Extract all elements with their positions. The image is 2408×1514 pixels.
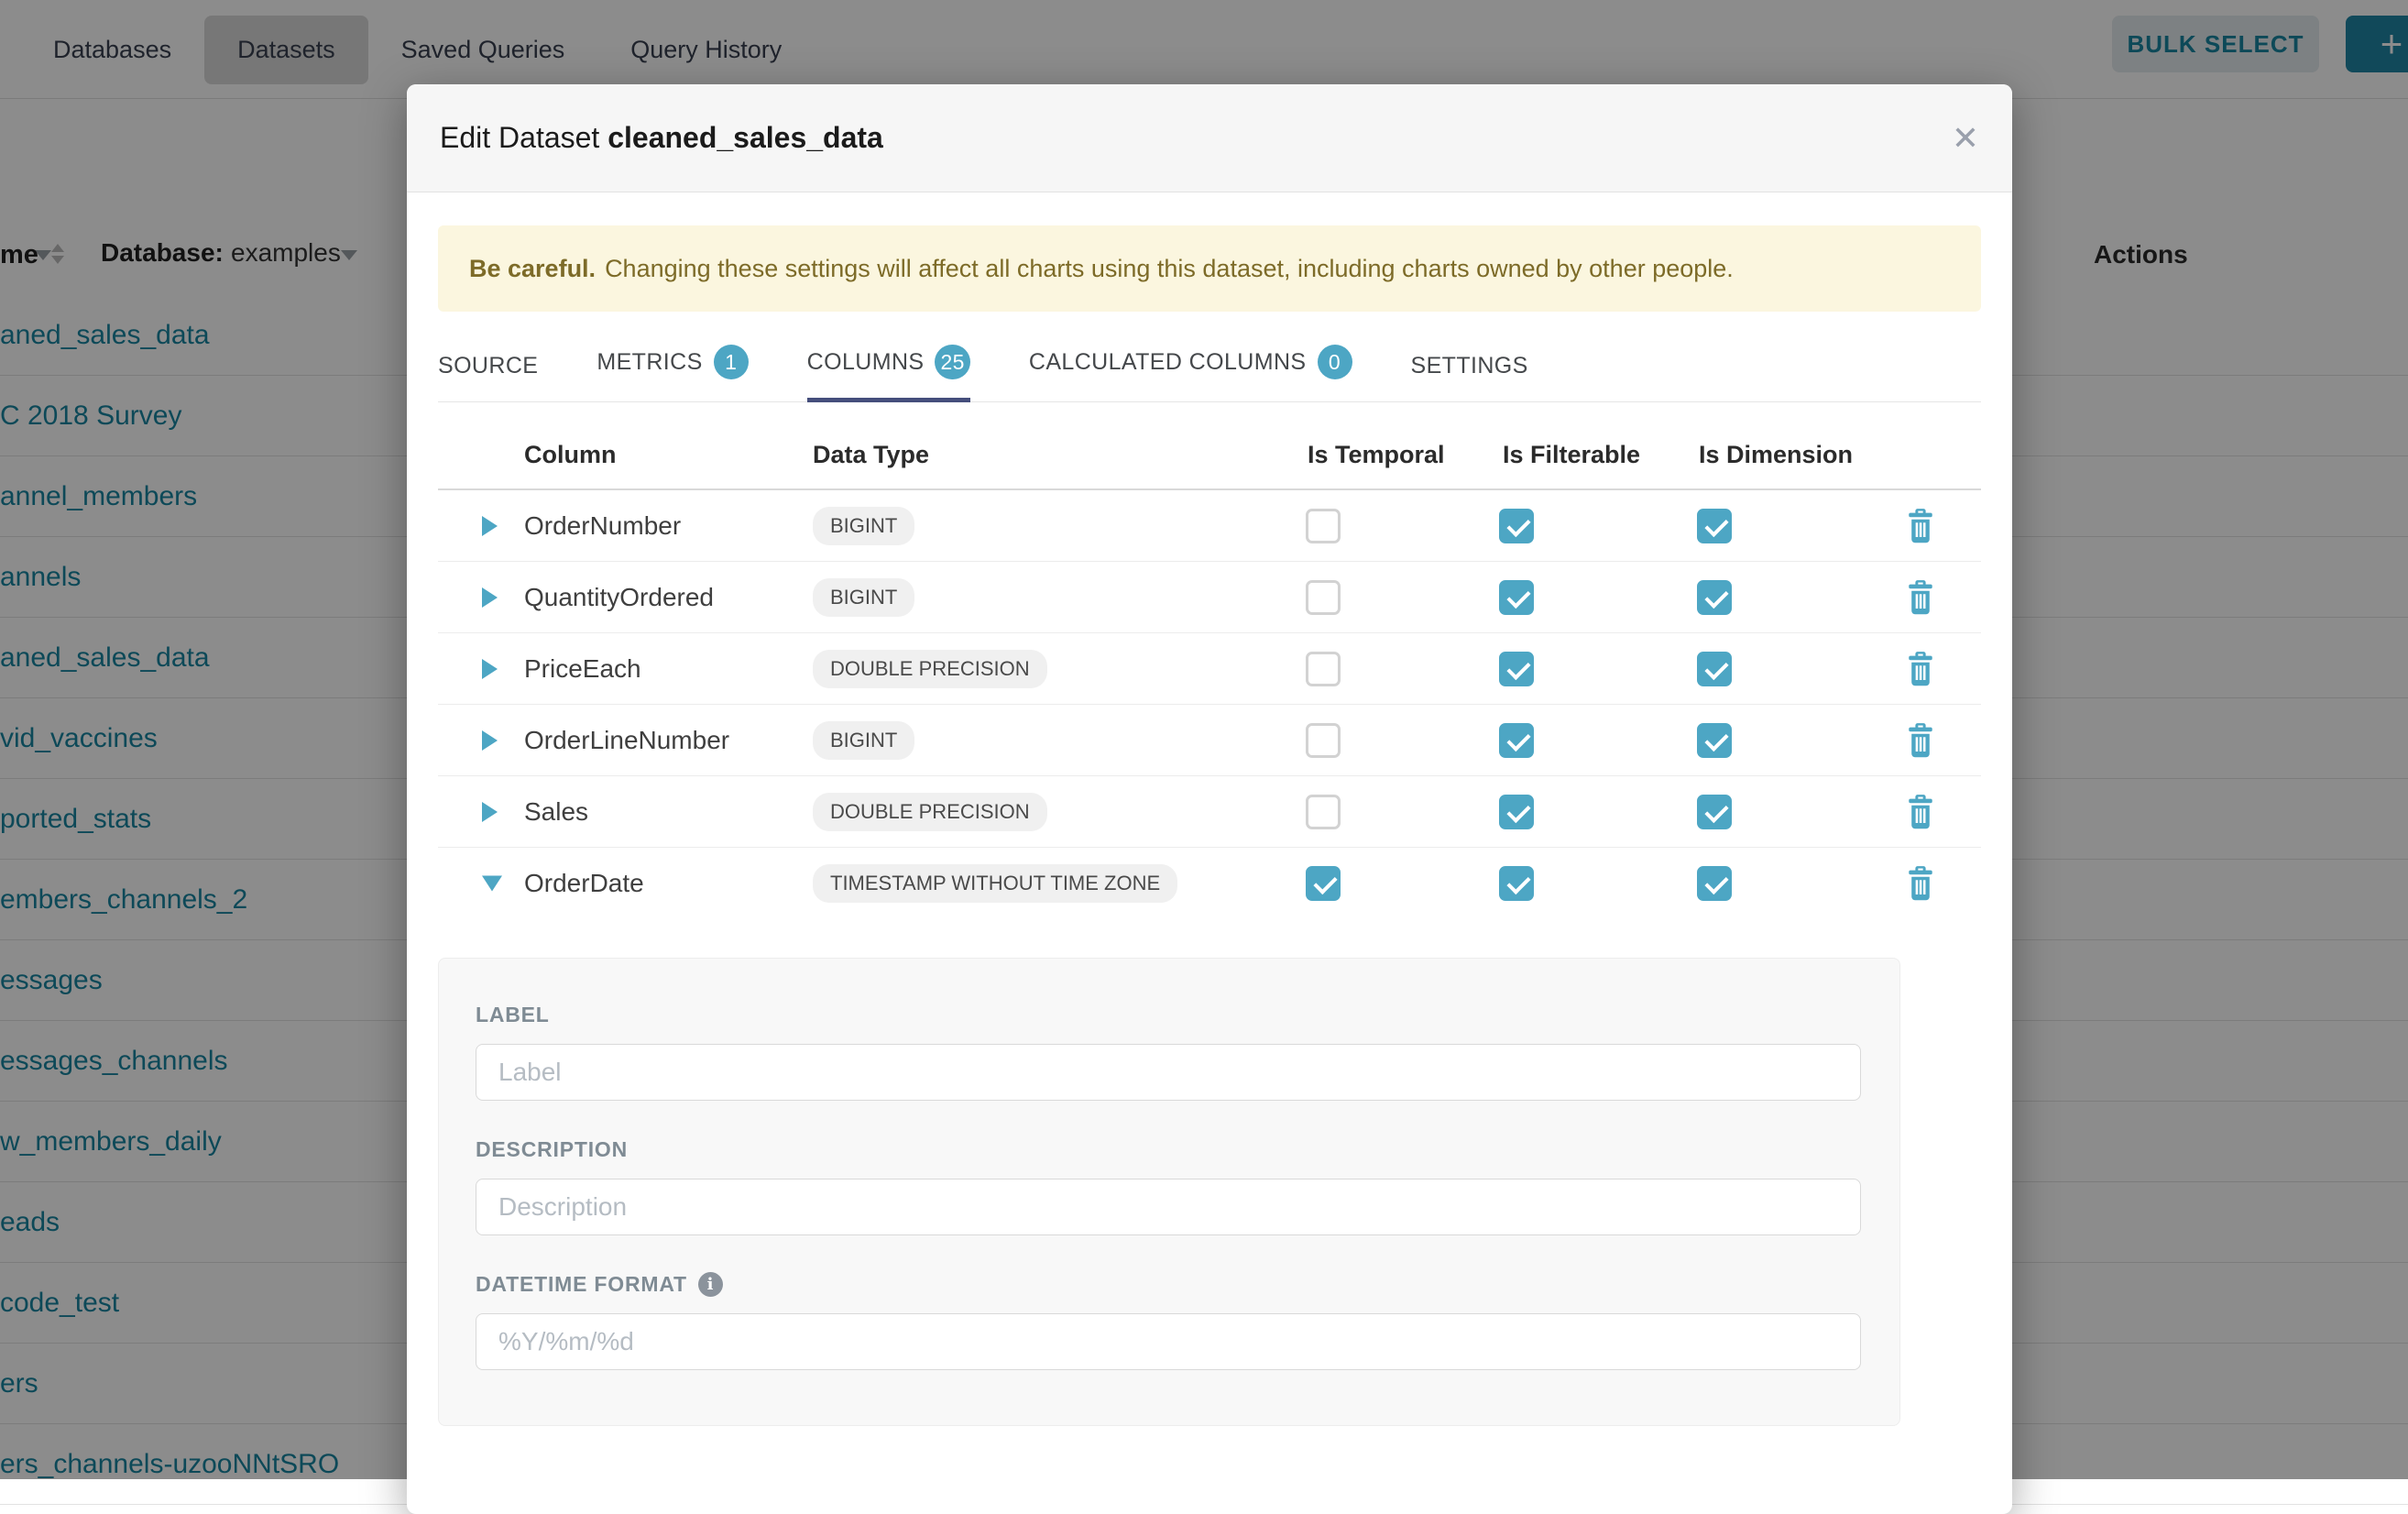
datetime-format-field-label: DATETIME FORMAT i — [476, 1272, 1863, 1297]
expand-caret-icon[interactable] — [482, 659, 498, 679]
columns-table-rows: OrderNumber BIGINT QuantityOrdered BIGINT Pr… — [438, 490, 1981, 919]
description-input[interactable] — [476, 1179, 1861, 1235]
column-row-orderdate: OrderDate TIMESTAMP WITHOUT TIME ZONE — [438, 848, 1981, 919]
modal-title-prefix: Edit Dataset — [440, 121, 599, 154]
is-filterable-checkbox[interactable] — [1499, 795, 1534, 829]
column-data-type: BIGINT — [813, 578, 914, 617]
column-name: QuantityOrdered — [524, 583, 714, 612]
trash-icon[interactable] — [1904, 579, 1937, 616]
data-type-pill: DOUBLE PRECISION — [813, 650, 1047, 688]
trash-icon[interactable] — [1904, 722, 1937, 759]
tab-metrics[interactable]: METRICS 1 — [597, 345, 748, 402]
is-dimension-checkbox[interactable] — [1697, 866, 1732, 901]
column-header-is-dimension: Is Dimension — [1699, 441, 1853, 469]
edit-dataset-modal: Edit Dataset cleaned_sales_data ✕ Be car… — [407, 84, 2012, 1514]
warning-banner: Be careful. Changing these settings will… — [438, 225, 1981, 312]
is-temporal-checkbox[interactable] — [1306, 580, 1341, 615]
is-filterable-checkbox[interactable] — [1499, 580, 1534, 615]
trash-icon[interactable] — [1904, 651, 1937, 687]
is-temporal-checkbox[interactable] — [1306, 723, 1341, 758]
column-header-is-temporal: Is Temporal — [1308, 441, 1445, 469]
tab-count-badge: 0 — [1318, 345, 1352, 379]
tab-count-badge: 25 — [935, 345, 969, 379]
column-detail-panel: LABEL DESCRIPTION DATETIME FORMAT i — [438, 958, 1900, 1426]
column-row-quantityordered: QuantityOrdered BIGINT — [438, 562, 1981, 633]
is-dimension-checkbox[interactable] — [1697, 580, 1732, 615]
column-data-type: BIGINT — [813, 507, 914, 545]
column-row-sales: Sales DOUBLE PRECISION — [438, 776, 1981, 848]
tab-label: SOURCE — [438, 353, 538, 379]
column-name: OrderLineNumber — [524, 726, 729, 755]
column-row-ordernumber: OrderNumber BIGINT — [438, 490, 1981, 562]
description-field-label: DESCRIPTION — [476, 1137, 1863, 1162]
warning-banner-bold: Be careful. — [469, 255, 596, 283]
tab-label: COLUMNS — [807, 349, 925, 376]
columns-table-header: Column Data Type Is Temporal Is Filterable I… — [438, 424, 1981, 490]
is-filterable-checkbox[interactable] — [1499, 866, 1534, 901]
data-type-pill: BIGINT — [813, 721, 914, 760]
expand-caret-icon[interactable] — [482, 730, 498, 751]
is-dimension-checkbox[interactable] — [1697, 795, 1732, 829]
columns-table: Column Data Type Is Temporal Is Filterable I… — [438, 424, 1981, 919]
trash-icon[interactable] — [1904, 794, 1937, 830]
is-filterable-checkbox[interactable] — [1499, 652, 1534, 686]
is-dimension-checkbox[interactable] — [1697, 652, 1732, 686]
data-type-pill: BIGINT — [813, 578, 914, 617]
datetime-format-label-text: DATETIME FORMAT — [476, 1272, 687, 1297]
label-field-label-text: LABEL — [476, 1003, 550, 1027]
modal-body: Be careful. Changing these settings will… — [407, 192, 2012, 1426]
label-input[interactable] — [476, 1044, 1861, 1101]
column-header-column: Column — [524, 441, 617, 469]
is-temporal-checkbox[interactable] — [1306, 652, 1341, 686]
column-row-priceeach: PriceEach DOUBLE PRECISION — [438, 633, 1981, 705]
column-name: Sales — [524, 797, 588, 827]
expand-caret-icon[interactable] — [482, 587, 498, 608]
column-data-type: DOUBLE PRECISION — [813, 650, 1047, 688]
column-data-type: DOUBLE PRECISION — [813, 793, 1047, 831]
data-type-pill: TIMESTAMP WITHOUT TIME ZONE — [813, 864, 1177, 903]
modal-title-dataset-name: cleaned_sales_data — [607, 121, 883, 154]
column-data-type: BIGINT — [813, 721, 914, 760]
is-temporal-checkbox[interactable] — [1306, 795, 1341, 829]
tab-columns[interactable]: COLUMNS 25 — [807, 345, 970, 402]
tab-label: CALCULATED COLUMNS — [1029, 349, 1307, 376]
close-icon[interactable]: ✕ — [1952, 122, 1979, 155]
column-data-type: TIMESTAMP WITHOUT TIME ZONE — [813, 864, 1177, 903]
column-name: OrderNumber — [524, 511, 681, 541]
data-type-pill: DOUBLE PRECISION — [813, 793, 1047, 831]
tab-calculated-columns[interactable]: CALCULATED COLUMNS 0 — [1029, 345, 1352, 402]
is-filterable-checkbox[interactable] — [1499, 509, 1534, 543]
tab-source[interactable]: SOURCE — [438, 353, 538, 402]
expand-caret-icon[interactable] — [482, 516, 498, 536]
tab-label: SETTINGS — [1411, 353, 1528, 379]
modal-header: Edit Dataset cleaned_sales_data ✕ — [407, 84, 2012, 192]
is-dimension-checkbox[interactable] — [1697, 723, 1732, 758]
info-icon[interactable]: i — [698, 1272, 723, 1297]
column-name: OrderDate — [524, 869, 644, 898]
tab-settings[interactable]: SETTINGS — [1411, 353, 1528, 402]
tab-count-badge: 1 — [714, 345, 749, 379]
is-temporal-checkbox[interactable] — [1306, 509, 1341, 543]
warning-banner-text: Changing these settings will affect all … — [605, 255, 1734, 283]
trash-icon[interactable] — [1904, 865, 1937, 902]
modal-tabs: SOURCE METRICS 1 COLUMNS 25 CALCULATED COLUMN… — [438, 345, 1981, 402]
trash-icon[interactable] — [1904, 508, 1937, 544]
data-type-pill: BIGINT — [813, 507, 914, 545]
expand-caret-icon[interactable] — [482, 802, 498, 822]
column-header-data-type: Data Type — [813, 441, 929, 469]
label-field-label: LABEL — [476, 1003, 1863, 1027]
column-name: PriceEach — [524, 654, 641, 684]
is-filterable-checkbox[interactable] — [1499, 723, 1534, 758]
tab-label: METRICS — [597, 349, 702, 376]
modal-title: Edit Dataset cleaned_sales_data — [440, 121, 883, 155]
column-row-orderlinenumber: OrderLineNumber BIGINT — [438, 705, 1981, 776]
datetime-format-input[interactable] — [476, 1313, 1861, 1370]
collapse-caret-icon[interactable] — [482, 876, 502, 892]
is-dimension-checkbox[interactable] — [1697, 509, 1732, 543]
is-temporal-checkbox[interactable] — [1306, 866, 1341, 901]
column-header-is-filterable: Is Filterable — [1503, 441, 1640, 469]
description-field-label-text: DESCRIPTION — [476, 1137, 628, 1162]
